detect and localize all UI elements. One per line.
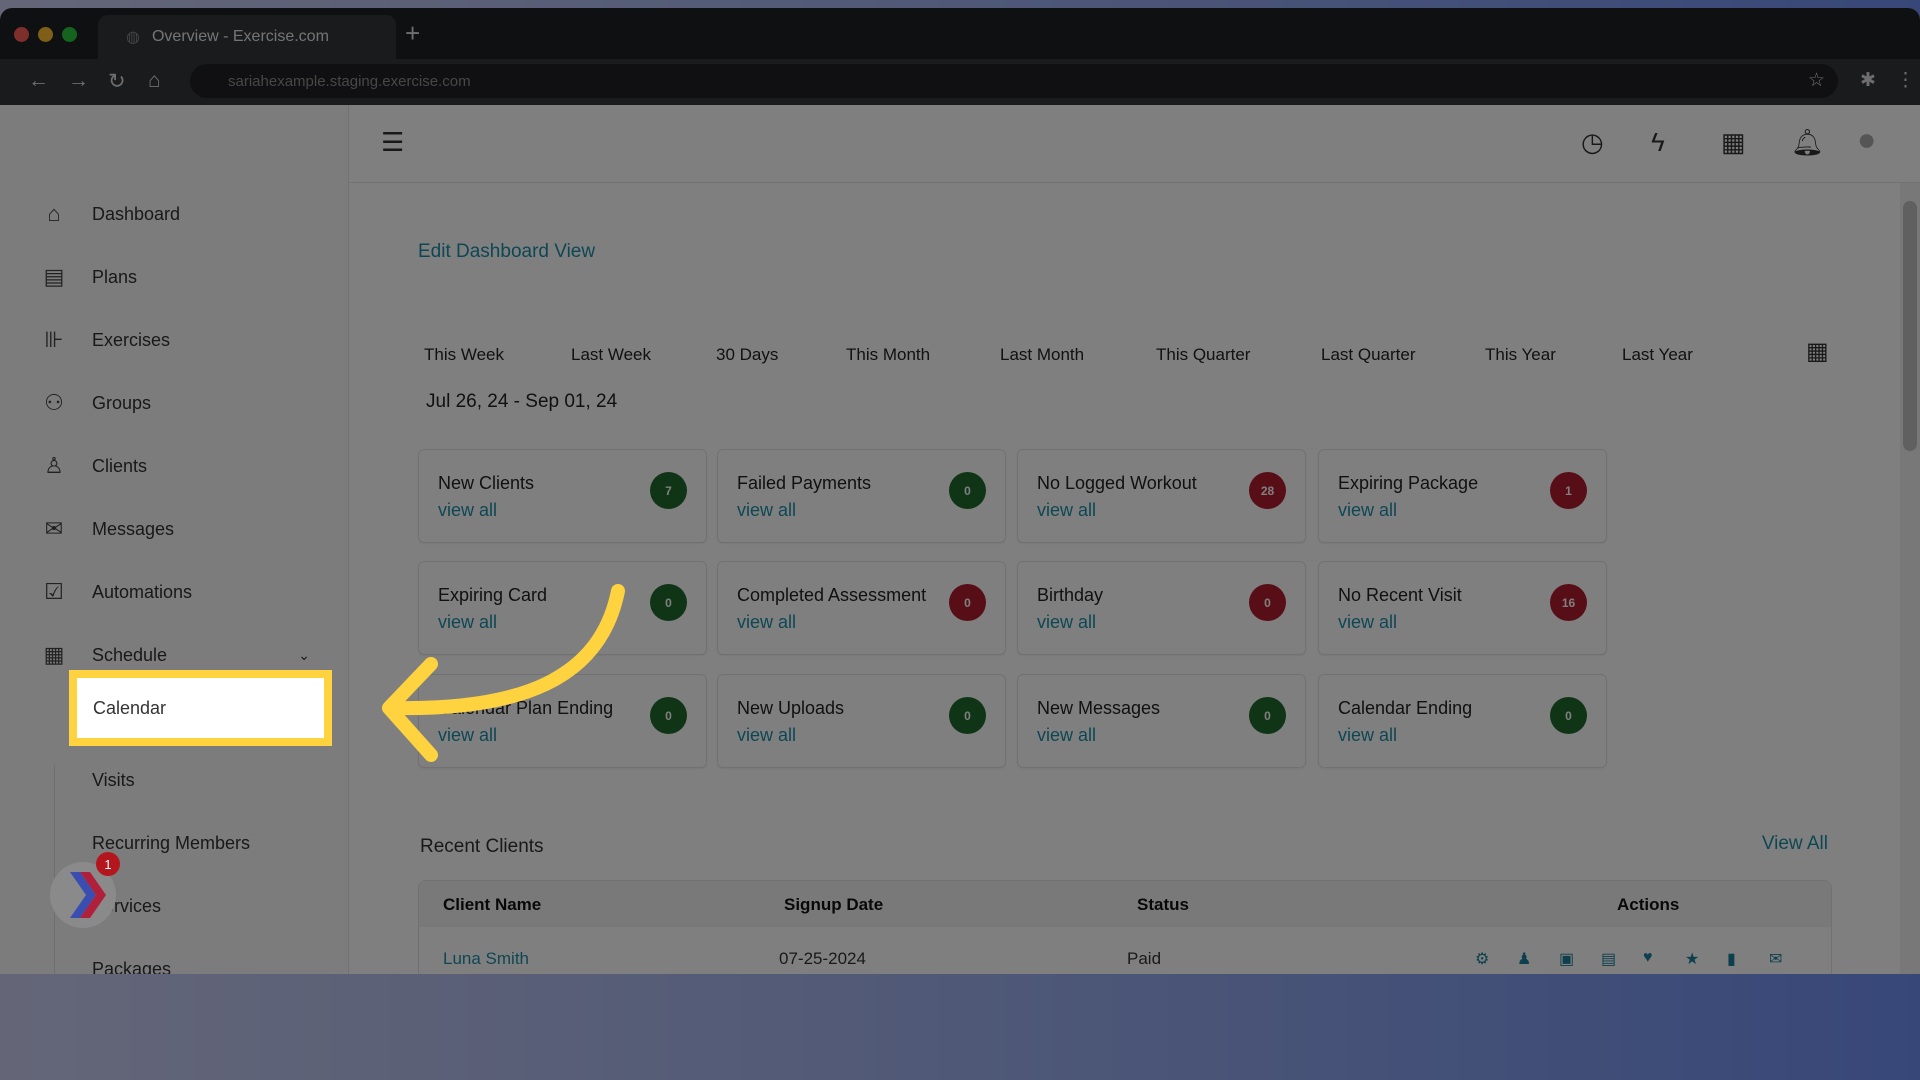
yellow-arrow-annotation — [382, 584, 625, 762]
chat-notification-badge: 1 — [96, 852, 120, 876]
arrow-shaft — [388, 584, 625, 716]
